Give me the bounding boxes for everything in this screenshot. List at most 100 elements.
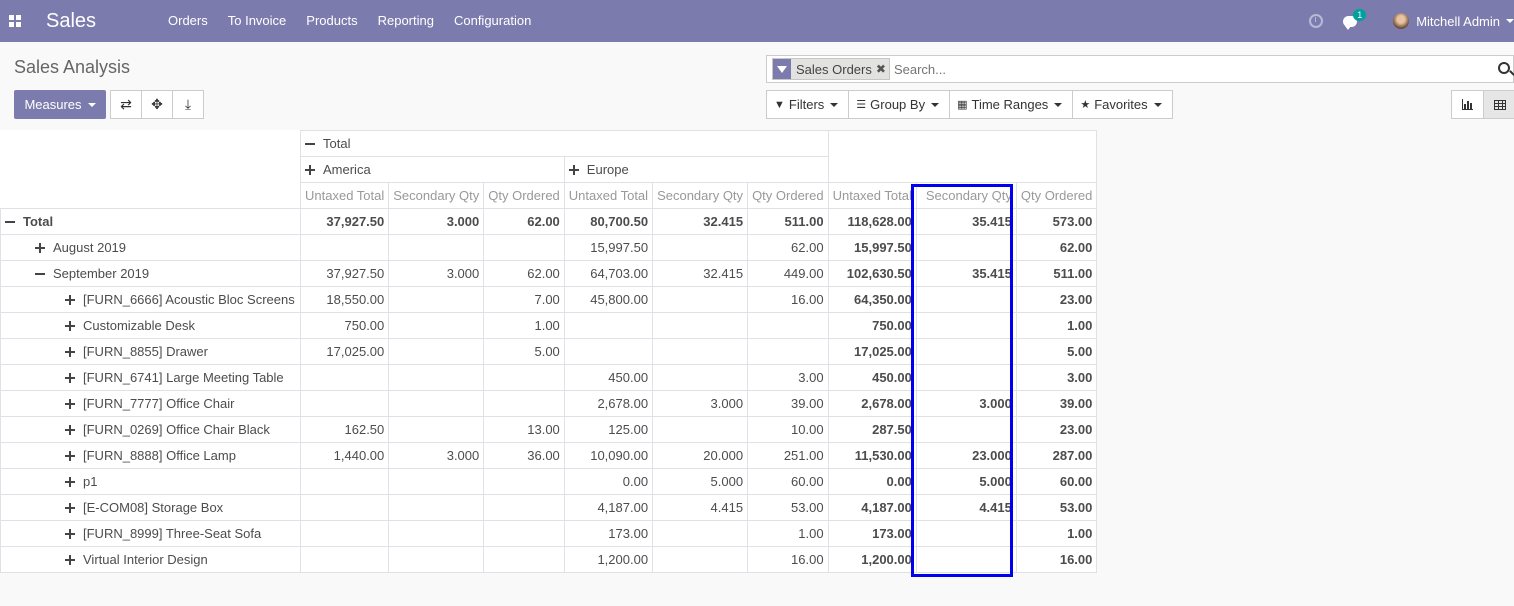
pivot-cell[interactable] [747, 312, 829, 339]
menu-item-to-invoice[interactable]: To Invoice [218, 0, 297, 42]
pivot-view-button[interactable] [1483, 90, 1514, 119]
pivot-cell[interactable] [915, 286, 1017, 313]
pivot-cell[interactable]: 37,927.50 [299, 208, 390, 235]
pivot-cell[interactable]: 10.00 [747, 416, 829, 443]
pivot-cell[interactable]: 16.00 [747, 286, 829, 313]
pivot-cell[interactable]: 11,530.00 [827, 442, 917, 469]
pivot-cell[interactable]: 1,200.00 [827, 546, 917, 573]
filters-button[interactable]: ▼ Filters [766, 90, 850, 119]
pivot-cell[interactable]: 16.00 [1015, 546, 1098, 573]
download-button[interactable]: ⤓ [172, 90, 204, 119]
pivot-cell[interactable] [563, 338, 654, 365]
pivot-cell[interactable]: 4.415 [915, 494, 1017, 521]
pivot-cell[interactable] [652, 338, 749, 365]
pivot-cell[interactable] [483, 364, 565, 391]
row-header[interactable]: [E-COM08] Storage Box [0, 494, 301, 521]
pivot-cell[interactable] [652, 234, 749, 261]
pivot-cell[interactable] [652, 520, 749, 547]
row-header[interactable]: Total [0, 208, 301, 235]
pivot-cell[interactable]: 511.00 [1015, 260, 1098, 287]
pivot-cell[interactable] [388, 494, 485, 521]
pivot-cell[interactable]: 62.00 [1015, 234, 1098, 261]
pivot-cell[interactable] [388, 520, 485, 547]
pivot-cell[interactable]: 287.50 [827, 416, 917, 443]
row-header[interactable]: [FURN_8888] Office Lamp [0, 442, 301, 469]
facet-remove-icon[interactable]: ✖ [876, 62, 889, 76]
row-header[interactable]: [FURN_7777] Office Chair [0, 390, 301, 417]
pivot-cell[interactable]: 7.00 [483, 286, 565, 313]
pivot-cell[interactable]: 13.00 [483, 416, 565, 443]
pivot-cell[interactable]: 15,997.50 [827, 234, 917, 261]
pivot-cell[interactable] [747, 338, 829, 365]
pivot-cell[interactable]: 287.00 [1015, 442, 1098, 469]
activity-clock-icon[interactable] [1309, 14, 1324, 28]
pivot-cell[interactable] [563, 312, 654, 339]
pivot-cell[interactable]: 5.00 [1015, 338, 1098, 365]
pivot-cell[interactable] [388, 546, 485, 573]
row-header[interactable]: August 2019 [0, 234, 301, 261]
pivot-cell[interactable]: 102,630.50 [827, 260, 917, 287]
search-icon[interactable] [1498, 62, 1510, 74]
flip-axis-button[interactable]: ⇄ [110, 90, 142, 119]
menu-item-configuration[interactable]: Configuration [444, 0, 541, 42]
pivot-cell[interactable]: 62.00 [483, 208, 565, 235]
pivot-cell[interactable] [388, 468, 485, 495]
pivot-cell[interactable] [652, 364, 749, 391]
pivot-cell[interactable] [483, 468, 565, 495]
pivot-cell[interactable]: 0.00 [827, 468, 917, 495]
row-header[interactable]: September 2019 [0, 260, 301, 287]
pivot-cell[interactable] [652, 546, 749, 573]
pivot-cell[interactable]: 64,703.00 [563, 260, 654, 287]
pivot-cell[interactable]: 3.000 [915, 390, 1017, 417]
pivot-cell[interactable] [915, 338, 1017, 365]
pivot-cell[interactable]: 1,440.00 [299, 442, 390, 469]
row-header[interactable]: p1 [0, 468, 301, 495]
pivot-cell[interactable] [915, 364, 1017, 391]
pivot-cell[interactable]: 53.00 [747, 494, 829, 521]
pivot-cell[interactable]: 0.00 [563, 468, 654, 495]
menu-item-reporting[interactable]: Reporting [368, 0, 444, 42]
pivot-cell[interactable] [388, 286, 485, 313]
pivot-cell[interactable]: 118,628.00 [827, 208, 917, 235]
pivot-cell[interactable] [388, 416, 485, 443]
row-header[interactable]: [FURN_0269] Office Chair Black [0, 416, 301, 443]
row-header[interactable]: [FURN_8855] Drawer [0, 338, 301, 365]
col-header-europe[interactable]: Europe [563, 156, 829, 183]
pivot-cell[interactable] [483, 390, 565, 417]
measure-header[interactable]: Untaxed Total [299, 182, 390, 209]
pivot-cell[interactable]: 39.00 [1015, 390, 1098, 417]
user-menu-caret-icon[interactable] [1506, 19, 1514, 23]
pivot-cell[interactable]: 450.00 [563, 364, 654, 391]
pivot-cell[interactable]: 60.00 [747, 468, 829, 495]
pivot-cell[interactable] [299, 364, 390, 391]
pivot-cell[interactable]: 53.00 [1015, 494, 1098, 521]
pivot-cell[interactable]: 20.000 [652, 442, 749, 469]
pivot-cell[interactable]: 62.00 [747, 234, 829, 261]
pivot-cell[interactable] [299, 468, 390, 495]
pivot-cell[interactable]: 39.00 [747, 390, 829, 417]
pivot-cell[interactable]: 4,187.00 [563, 494, 654, 521]
measure-header[interactable]: Qty Ordered [747, 182, 829, 209]
pivot-cell[interactable]: 23.000 [915, 442, 1017, 469]
pivot-cell[interactable]: 37,927.50 [299, 260, 390, 287]
pivot-cell[interactable]: 3.000 [652, 390, 749, 417]
pivot-cell[interactable]: 35.415 [915, 260, 1017, 287]
pivot-cell[interactable] [388, 390, 485, 417]
pivot-cell[interactable]: 1.00 [483, 312, 565, 339]
measure-header[interactable]: Secondary Qty [388, 182, 485, 209]
pivot-cell[interactable] [388, 364, 485, 391]
pivot-cell[interactable]: 15,997.50 [563, 234, 654, 261]
pivot-cell[interactable]: 1.00 [1015, 520, 1098, 547]
pivot-cell[interactable]: 16.00 [747, 546, 829, 573]
pivot-cell[interactable]: 32.415 [652, 208, 749, 235]
pivot-cell[interactable]: 60.00 [1015, 468, 1098, 495]
pivot-cell[interactable]: 4.415 [652, 494, 749, 521]
pivot-cell[interactable]: 17,025.00 [299, 338, 390, 365]
row-header[interactable]: [FURN_6666] Acoustic Bloc Screens [0, 286, 301, 313]
messaging-button[interactable]: 1 [1343, 8, 1367, 30]
pivot-cell[interactable] [299, 234, 390, 261]
pivot-cell[interactable] [483, 546, 565, 573]
pivot-cell[interactable]: 511.00 [747, 208, 829, 235]
pivot-cell[interactable] [299, 390, 390, 417]
pivot-cell[interactable]: 17,025.00 [827, 338, 917, 365]
